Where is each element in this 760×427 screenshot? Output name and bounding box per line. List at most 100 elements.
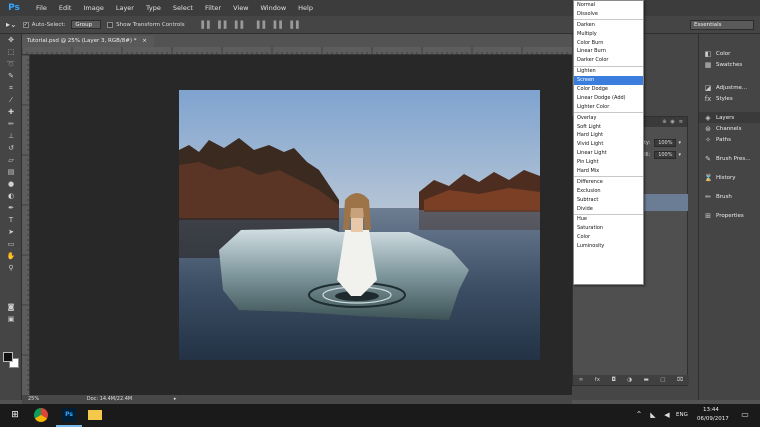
menu-select[interactable]: Select — [167, 0, 199, 16]
blend-mode-dropdown[interactable]: Normal Dissolve Darken Multiply Color Burn Li… — [573, 0, 644, 285]
blend-mode-option[interactable]: Soft Light — [574, 123, 643, 132]
opacity-dropdown-icon[interactable]: ▾ — [678, 140, 681, 146]
menu-type[interactable]: Type — [140, 0, 167, 16]
fill-dropdown-icon[interactable]: ▾ — [678, 152, 681, 158]
clock-time[interactable]: 13:44 — [703, 407, 719, 413]
panel-color[interactable]: ◧ Color — [699, 48, 760, 59]
clock-date[interactable]: 06/09/2017 — [697, 416, 729, 422]
new-layer-icon[interactable]: ▢ — [660, 377, 665, 383]
panel-paths[interactable]: ✧ Paths — [699, 134, 760, 145]
panel-brush-presets[interactable]: ✎ Brush Pres... — [699, 153, 760, 164]
panel-menu-icon[interactable]: ≡ — [679, 119, 683, 125]
fill-input[interactable]: 100% — [654, 151, 677, 159]
hand-tool-icon[interactable]: ✋ — [4, 251, 18, 262]
menu-window[interactable]: Window — [255, 0, 293, 16]
blend-mode-option[interactable]: Color Burn — [574, 39, 643, 48]
quick-mask-icon[interactable]: ◙ — [4, 302, 18, 313]
menu-layer[interactable]: Layer — [110, 0, 140, 16]
blend-mode-option[interactable]: Linear Burn — [574, 47, 643, 56]
brush-tool-icon[interactable]: ✏ — [4, 119, 18, 130]
chevron-up-icon[interactable]: ⌃ — [632, 408, 646, 422]
blend-mode-option[interactable]: Divide — [574, 205, 643, 214]
zoom-level[interactable]: 25% — [28, 396, 39, 402]
menu-edit[interactable]: Edit — [53, 0, 78, 16]
status-menu-arrow-icon[interactable]: ▸ — [174, 396, 177, 402]
align-buttons[interactable]: ▐▌▐▌▐▌ ▐▌▐▌▐▌ — [199, 21, 305, 29]
gradient-tool-icon[interactable]: ▤ — [4, 167, 18, 178]
zoom-tool-icon[interactable]: ⚲ — [4, 263, 18, 274]
blend-mode-option[interactable]: Lighter Color — [574, 103, 643, 112]
blend-mode-option[interactable]: Lighten — [574, 67, 643, 76]
blend-mode-option[interactable]: Darker Color — [574, 56, 643, 65]
panel-layers[interactable]: ◈ Layers — [699, 112, 760, 123]
blend-mode-option[interactable]: Luminosity — [574, 242, 643, 251]
panel-styles[interactable]: fx Styles — [699, 93, 760, 104]
panel-properties[interactable]: ⊞ Properties — [699, 210, 760, 221]
blend-mode-option[interactable]: Screen — [574, 76, 643, 86]
visibility-icon[interactable]: ◉ — [670, 119, 674, 125]
blend-mode-option[interactable]: Hard Light — [574, 131, 643, 140]
lasso-tool-icon[interactable]: ➰ — [4, 59, 18, 70]
blend-mode-option[interactable]: Hue — [574, 215, 643, 224]
healing-brush-tool-icon[interactable]: ✚ — [4, 107, 18, 118]
blend-mode-option[interactable]: Exclusion — [574, 187, 643, 196]
crop-tool-icon[interactable]: ⌗ — [4, 83, 18, 94]
panel-brush[interactable]: ✏ Brush — [699, 191, 760, 202]
adjustment-layer-icon[interactable]: ◑ — [627, 377, 632, 383]
move-tool-preset-icon[interactable]: ▸⌄ — [6, 20, 17, 29]
blend-mode-option[interactable]: Hard Mix — [574, 167, 643, 176]
menu-help[interactable]: Help — [292, 0, 319, 16]
windows-start-icon[interactable]: ⊞ — [8, 408, 22, 422]
photoshop-taskbar-icon[interactable]: Ps — [62, 408, 76, 422]
panel-history[interactable]: ⌛ History — [699, 172, 760, 183]
menu-filter[interactable]: Filter — [199, 0, 227, 16]
blend-mode-option[interactable]: Saturation — [574, 224, 643, 233]
blend-mode-option[interactable]: Darken — [574, 21, 643, 30]
blend-mode-option[interactable]: Color — [574, 233, 643, 242]
selected-layer-row[interactable] — [643, 194, 688, 211]
quick-select-tool-icon[interactable]: ✎ — [4, 71, 18, 82]
close-document-icon[interactable]: × — [142, 38, 147, 44]
blend-mode-option[interactable]: Linear Dodge (Add) — [574, 94, 643, 103]
blur-tool-icon[interactable]: ● — [4, 179, 18, 190]
horizontal-ruler[interactable] — [21, 47, 572, 55]
shape-tool-icon[interactable]: ▭ — [4, 239, 18, 250]
trash-icon[interactable]: ⌧ — [677, 377, 683, 383]
network-icon[interactable]: ◣ — [646, 408, 660, 422]
blend-mode-option[interactable]: Color Dodge — [574, 85, 643, 94]
chrome-icon[interactable] — [34, 408, 48, 422]
notifications-icon[interactable]: ▭ — [738, 408, 752, 422]
blend-mode-option[interactable]: Difference — [574, 178, 643, 187]
file-explorer-icon[interactable] — [88, 410, 102, 420]
language-indicator[interactable]: ENG — [676, 412, 688, 418]
screen-mode-icon[interactable]: ▣ — [4, 314, 18, 325]
dodge-tool-icon[interactable]: ◐ — [4, 191, 18, 202]
blend-mode-option[interactable]: Linear Light — [574, 149, 643, 158]
blend-mode-option[interactable]: Normal — [574, 1, 643, 10]
layer-style-icon[interactable]: fx — [595, 377, 600, 383]
document-image[interactable] — [179, 90, 540, 360]
blend-mode-option[interactable]: Multiply — [574, 30, 643, 39]
path-select-tool-icon[interactable]: ➤ — [4, 227, 18, 238]
blend-mode-option[interactable]: Overlay — [574, 114, 643, 123]
marquee-tool-icon[interactable]: ⬚ — [4, 47, 18, 58]
move-tool-icon[interactable]: ✥ — [4, 35, 18, 46]
blend-mode-option[interactable]: Dissolve — [574, 10, 643, 19]
auto-select-checkbox[interactable]: ✓ Auto-Select: — [22, 21, 65, 28]
menu-view[interactable]: View — [227, 0, 254, 16]
workspace-switcher[interactable]: Essentials — [690, 20, 754, 30]
opacity-input[interactable]: 100% — [654, 139, 677, 147]
blend-mode-option[interactable]: Subtract — [574, 196, 643, 205]
vertical-ruler[interactable] — [22, 54, 30, 395]
panel-channels[interactable]: ⊛ Channels — [699, 123, 760, 134]
blend-mode-option[interactable]: Vivid Light — [574, 140, 643, 149]
eraser-tool-icon[interactable]: ▱ — [4, 155, 18, 166]
menu-file[interactable]: File — [30, 0, 53, 16]
show-transform-checkbox[interactable]: Show Transform Controls — [107, 21, 185, 28]
link-layers-icon[interactable]: ∞ — [579, 377, 584, 383]
panel-adjustments[interactable]: ◪ Adjustme... — [699, 82, 760, 93]
layer-mask-icon[interactable]: ◘ — [611, 377, 615, 383]
blend-mode-option[interactable]: Pin Light — [574, 158, 643, 167]
document-tab[interactable]: Tutorial.psd @ 25% (Layer 3, RGB/8#) * × — [22, 36, 154, 47]
clone-stamp-tool-icon[interactable]: ⊥ — [4, 131, 18, 142]
